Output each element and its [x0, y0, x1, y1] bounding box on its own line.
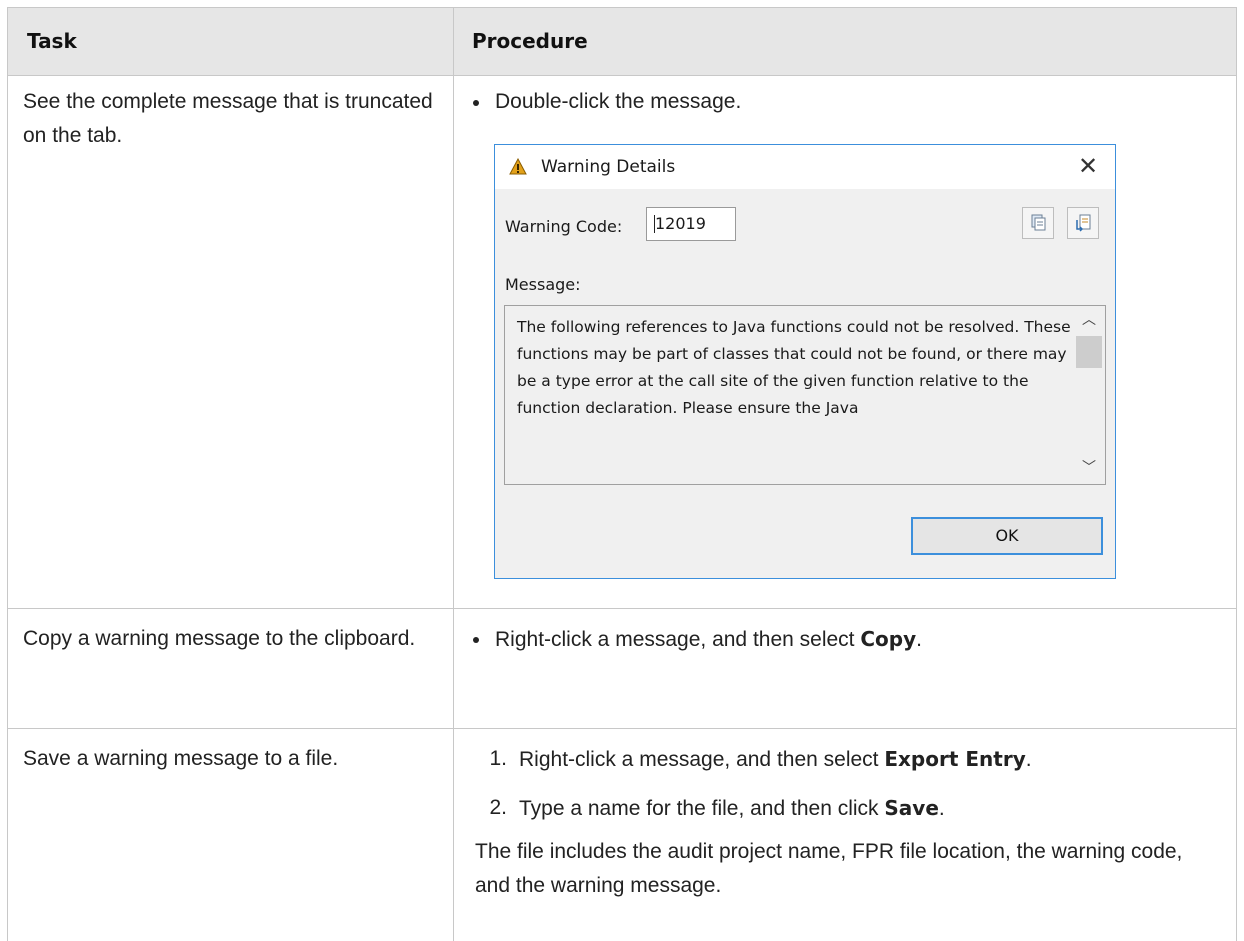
divider: [1236, 7, 1237, 941]
export-icon: [1076, 214, 1091, 232]
menu-item-export-entry: Export Entry: [884, 747, 1026, 771]
procedure-text: Double-click the message.: [495, 90, 742, 113]
save-label: Save: [884, 796, 939, 820]
copy-icon: [1031, 214, 1046, 231]
header-task: Task: [27, 29, 77, 53]
divider: [7, 7, 1237, 8]
bullet-icon: [473, 100, 479, 106]
chevron-up-icon[interactable]: ︿: [1073, 310, 1105, 330]
task-cell: Copy a warning message to the clipboard.: [23, 627, 416, 650]
task-cell: See the complete message that is truncat…: [23, 90, 433, 147]
message-label: Message:: [505, 275, 581, 294]
procedure-text: Right-click a message, and then select E…: [519, 747, 1032, 771]
export-button[interactable]: [1067, 207, 1099, 239]
divider: [7, 7, 8, 941]
ok-button[interactable]: OK: [911, 517, 1103, 555]
header-procedure: Procedure: [472, 29, 588, 53]
copy-button[interactable]: [1022, 207, 1054, 239]
procedure-text: Right-click a message, and then select C…: [495, 627, 922, 651]
divider: [7, 75, 1237, 76]
message-scrollbar[interactable]: ︿ ﹀: [1073, 306, 1105, 484]
list-item: 1. Right-click a message, and then selec…: [473, 742, 1032, 777]
scrollbar-thumb[interactable]: [1076, 336, 1102, 368]
message-text: The following references to Java functio…: [517, 318, 1071, 417]
note-text: The file includes the audit project name…: [475, 840, 1183, 897]
divider: [7, 728, 1237, 729]
warning-code-value: 12019: [655, 214, 706, 233]
dialog-title: Warning Details: [541, 157, 676, 177]
list-item: Double-click the message.: [473, 85, 741, 119]
divider: [453, 7, 454, 941]
list-item: Right-click a message, and then select C…: [473, 622, 922, 657]
warning-code-field[interactable]: 12019: [646, 207, 736, 241]
warning-details-dialog: Warning Details ✕ Warning Code: 12019 Me…: [494, 144, 1116, 579]
procedure-text: Type a name for the file, and then click…: [519, 796, 945, 820]
dialog-titlebar: Warning Details ✕: [495, 145, 1115, 189]
table-header: [7, 7, 1237, 75]
close-icon[interactable]: ✕: [1075, 153, 1101, 179]
warning-icon: [509, 158, 527, 175]
bullet-icon: [473, 637, 479, 643]
divider: [7, 608, 1237, 609]
text-caret: [654, 215, 655, 233]
message-textarea[interactable]: The following references to Java functio…: [504, 305, 1106, 485]
chevron-down-icon[interactable]: ﹀: [1073, 458, 1105, 478]
warning-code-label: Warning Code:: [505, 217, 623, 236]
menu-item-copy: Copy: [860, 627, 917, 651]
list-item: 2. Type a name for the file, and then cl…: [473, 791, 945, 826]
task-cell: Save a warning message to a file.: [23, 747, 339, 770]
